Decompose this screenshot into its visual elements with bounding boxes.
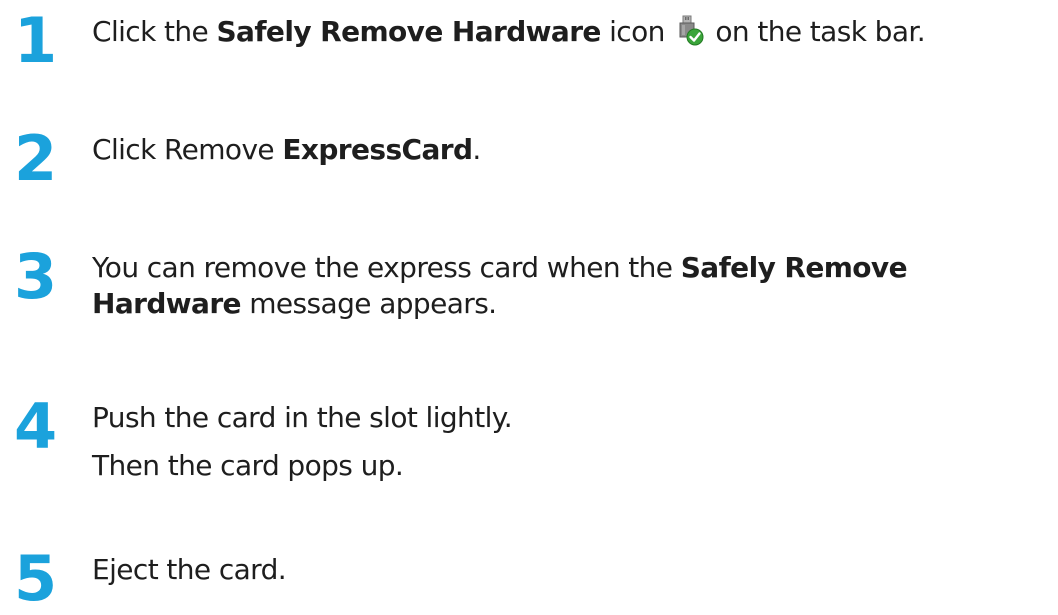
step-text-bold: Hardware xyxy=(92,287,242,320)
step-number: 4 xyxy=(14,390,58,463)
step-text: Click Remove ExpressCard. xyxy=(92,132,1052,168)
step-text: Eject the card. xyxy=(92,552,1052,588)
step-text: Click the Safely Remove Hardware icon on… xyxy=(92,14,1052,50)
step-text-line: Push the card in the slot lightly. xyxy=(92,401,513,434)
step-text-bold: Safely Remove xyxy=(680,251,908,284)
step-text-before: You can remove the express card when the xyxy=(92,251,681,284)
safely-remove-hardware-icon xyxy=(675,15,705,47)
step-number: 2 xyxy=(14,122,58,195)
step-text-line: Eject the card. xyxy=(92,553,287,586)
step-text-before: Click the xyxy=(92,15,217,48)
step-text-line: Then the card pops up. xyxy=(92,449,404,482)
step-number: 1 xyxy=(14,4,58,77)
step-text-bold: Safely Remove Hardware xyxy=(216,15,601,48)
step-text: Push the card in the slot lightly. Then … xyxy=(92,400,1052,484)
step-text: You can remove the express card when the… xyxy=(92,250,1052,322)
instruction-steps: 1 Click the Safely Remove Hardware icon … xyxy=(0,0,1058,612)
step-number: 3 xyxy=(14,240,58,313)
step-text-middle: icon xyxy=(600,15,674,48)
step-number: 5 xyxy=(14,542,58,615)
step-text-after: on the task bar. xyxy=(707,15,926,48)
step-text-before: Click Remove xyxy=(92,133,283,166)
step-text-bold: ExpressCard xyxy=(282,133,473,166)
step-text-after: message appears. xyxy=(240,287,497,320)
step-text-after: . xyxy=(472,133,481,166)
